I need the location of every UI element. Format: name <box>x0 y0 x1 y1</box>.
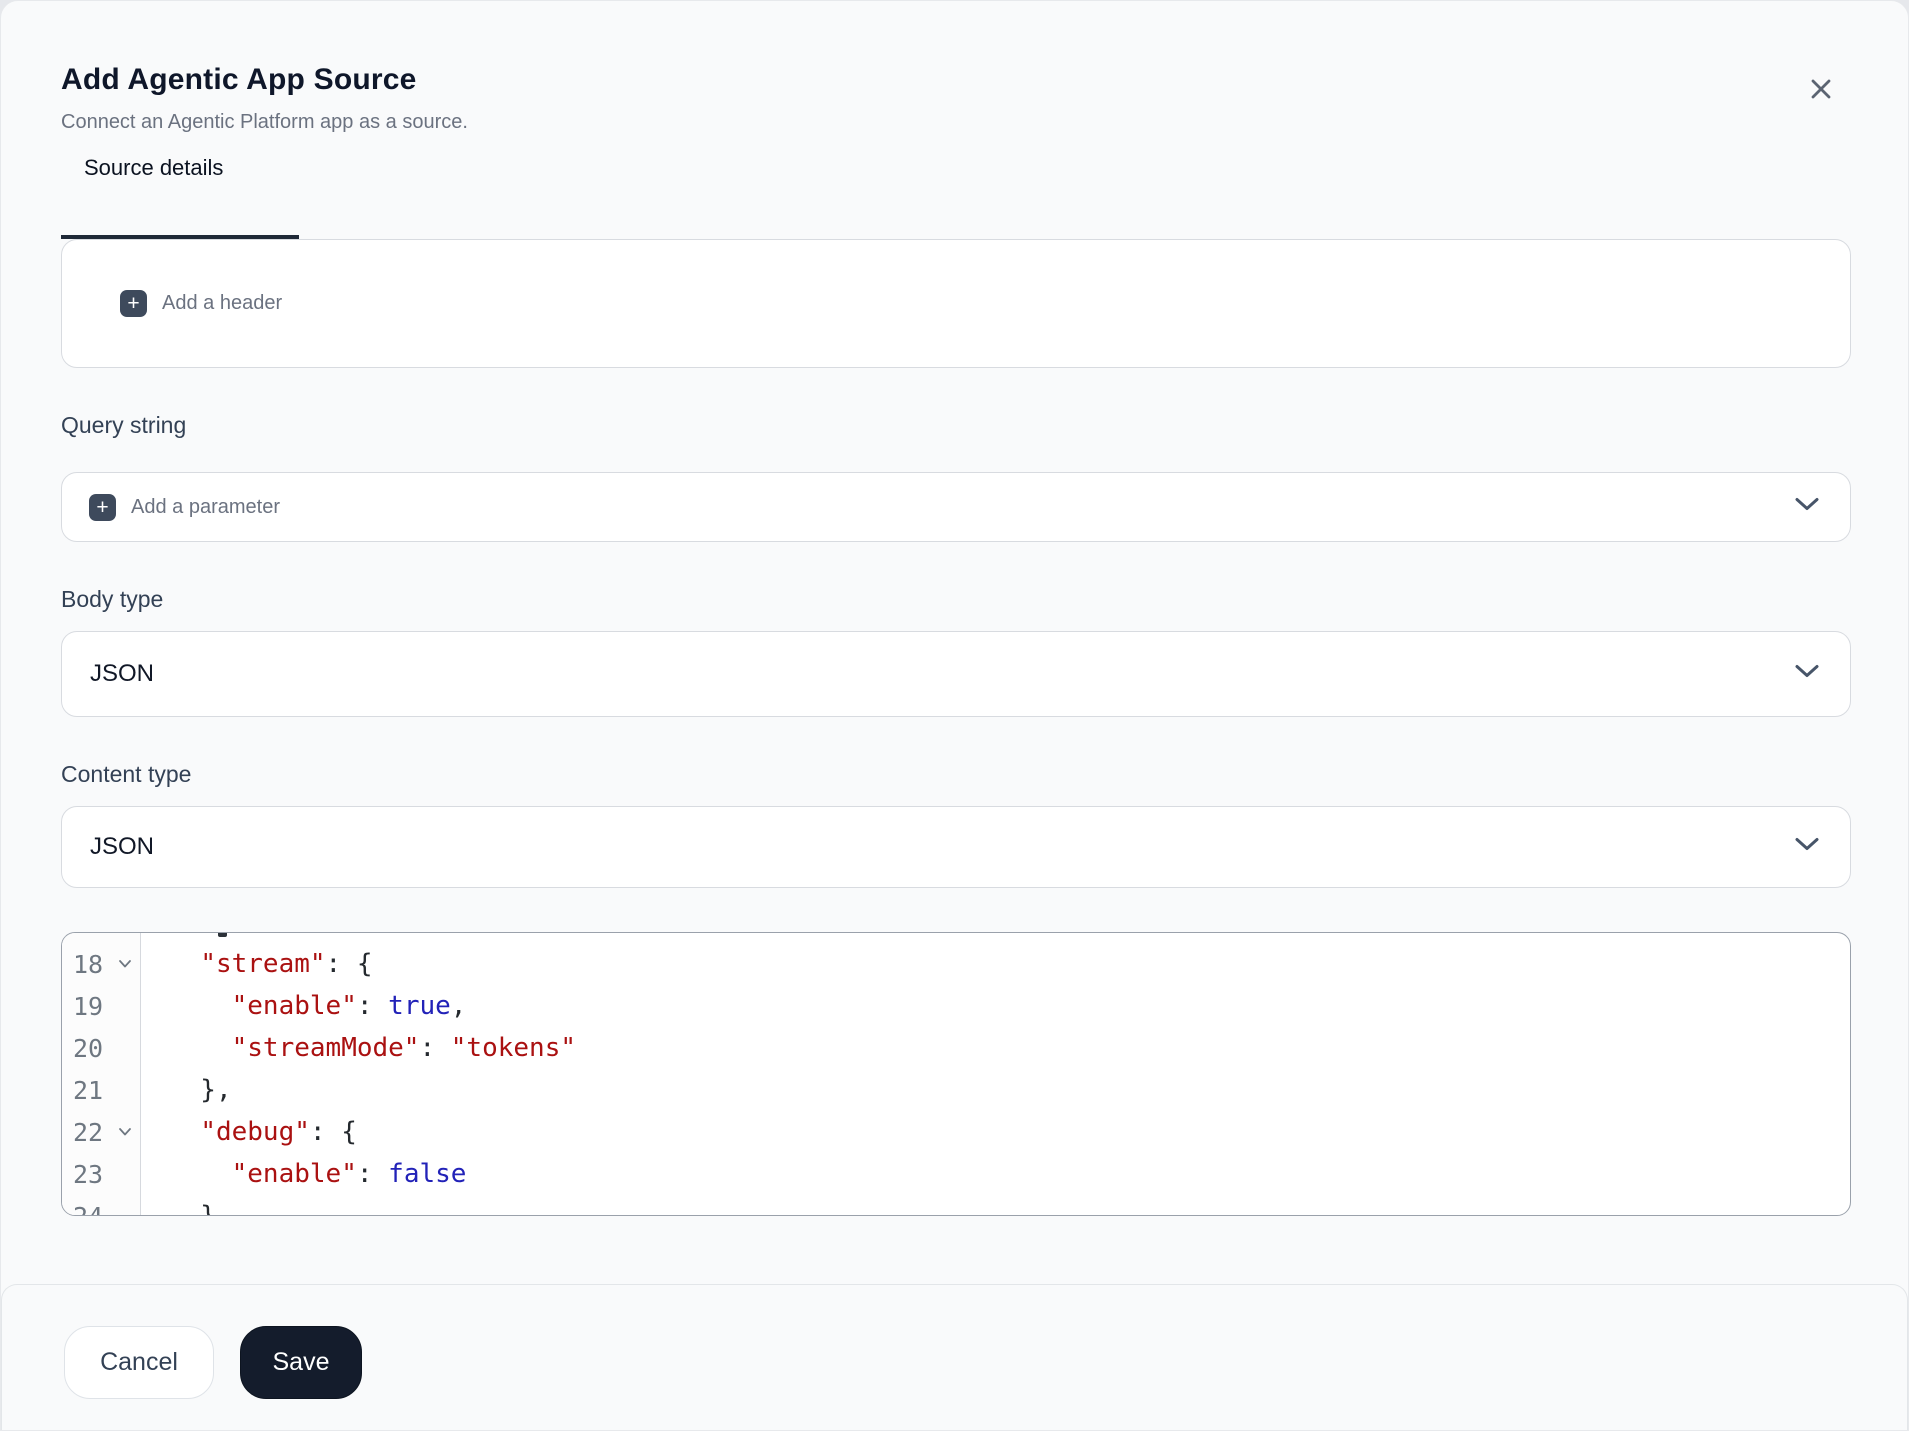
dialog-footer: Cancel Save <box>1 1284 1908 1430</box>
chevron-down-icon <box>1793 663 1821 686</box>
code-text: }, <box>169 1075 232 1105</box>
chevron-down-icon[interactable] <box>1793 496 1821 519</box>
query-string-card: + Add a parameter <box>61 472 1851 542</box>
line-number: 23 <box>73 1159 104 1189</box>
body-type-label: Body type <box>61 586 164 612</box>
tab-source-details[interactable]: Source details <box>61 147 299 239</box>
body-type-select[interactable]: JSON <box>61 631 1851 717</box>
code-line: 20 "streamMode": "tokens" <box>62 1027 1850 1069</box>
line-number: 18 <box>73 949 104 979</box>
query-string-label: Query string <box>61 412 187 438</box>
headers-card: + Add a header <box>61 239 1851 368</box>
close-button[interactable] <box>1799 67 1843 111</box>
add-header-button[interactable]: + Add a header <box>62 240 1850 367</box>
fold-chevron-icon[interactable] <box>115 959 135 969</box>
line-number: 21 <box>73 1075 104 1105</box>
code-lines: 18 "stream": {19 "enable": true, 20 "stre… <box>62 943 1850 1216</box>
line-number: 24 <box>73 1201 104 1216</box>
code-line: 23 "enable": false <box>62 1153 1850 1195</box>
add-parameter-button[interactable]: + Add a parameter <box>62 473 1850 541</box>
code-text: "debug": { <box>200 1117 357 1147</box>
page-title: Add Agentic App Source <box>61 63 417 96</box>
content-type-value: JSON <box>90 833 155 860</box>
code-text: "streamMode": "tokens" <box>231 1033 577 1063</box>
code-line: 19 "enable": true, <box>62 985 1850 1027</box>
cancel-button[interactable]: Cancel <box>64 1326 214 1399</box>
close-icon <box>1809 77 1833 101</box>
code-text: } <box>169 1201 216 1216</box>
clipped-previous-line <box>218 933 227 937</box>
chevron-down-icon <box>1793 836 1821 859</box>
line-number: 22 <box>73 1117 104 1147</box>
code-line: 24 } <box>62 1195 1850 1216</box>
code-line: 18 "stream": { <box>62 943 1850 985</box>
line-number: 20 <box>73 1033 104 1063</box>
fold-chevron-icon[interactable] <box>115 1127 135 1137</box>
code-text: "enable": true, <box>231 991 467 1021</box>
code-text: "stream": { <box>200 949 373 979</box>
content-type-select[interactable]: JSON <box>61 806 1851 888</box>
code-line: 21 }, <box>62 1069 1850 1111</box>
plus-icon: + <box>120 290 147 317</box>
add-agentic-app-source-dialog: Add Agentic App Source Connect an Agenti… <box>0 0 1909 1431</box>
line-number: 19 <box>73 991 104 1021</box>
save-button[interactable]: Save <box>240 1326 362 1399</box>
body-type-value: JSON <box>90 660 155 687</box>
code-text: "enable": false <box>231 1159 467 1189</box>
tab-label: Source details <box>84 155 224 180</box>
content-type-label: Content type <box>61 761 192 787</box>
code-line: 22 "debug": { <box>62 1111 1850 1153</box>
page-subtitle: Connect an Agentic Platform app as a sou… <box>61 111 468 133</box>
json-body-code-editor[interactable]: 18 "stream": {19 "enable": true, 20 "stre… <box>61 932 1851 1216</box>
add-parameter-label: Add a parameter <box>131 495 280 518</box>
add-header-label: Add a header <box>162 292 283 314</box>
plus-icon: + <box>89 493 116 521</box>
